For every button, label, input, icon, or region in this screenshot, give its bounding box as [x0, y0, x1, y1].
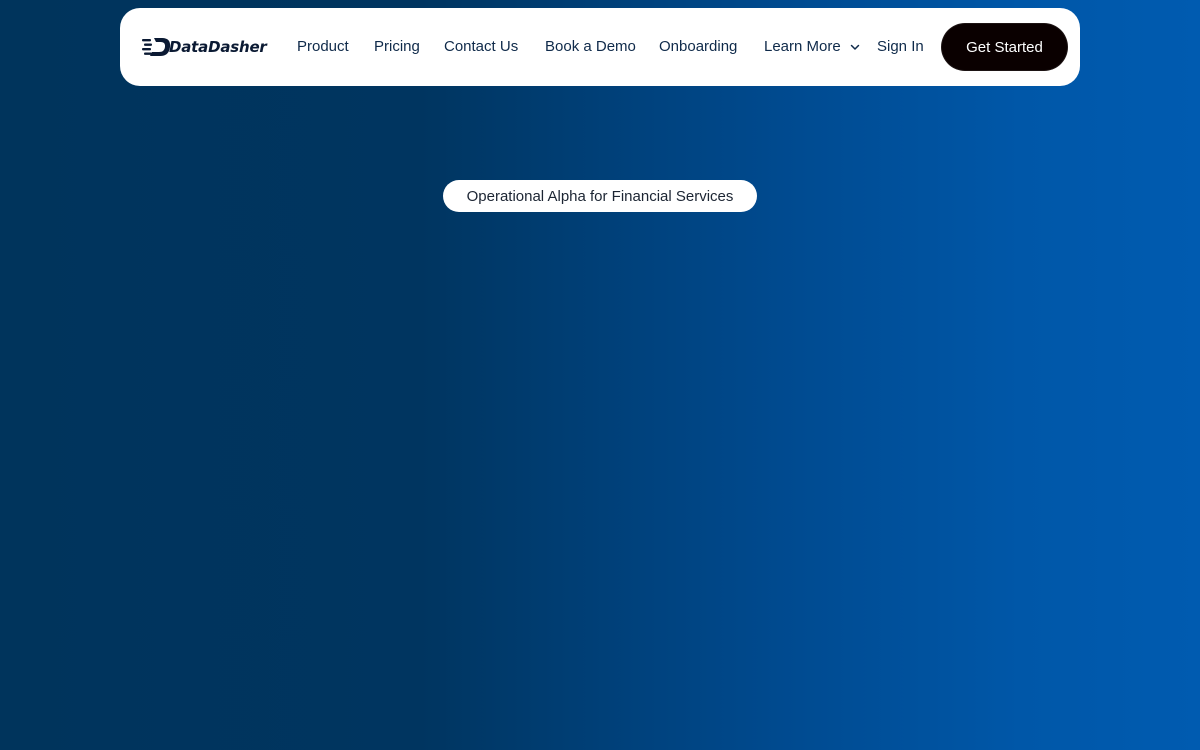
nav-product[interactable]: Product [297, 37, 349, 57]
sign-in-link[interactable]: Sign In [877, 37, 924, 57]
nav-book-a-demo[interactable]: Book a Demo [545, 37, 636, 57]
logo-link[interactable]: DataDasher [142, 36, 267, 58]
chevron-down-icon [850, 44, 859, 50]
speed-lines-d-icon [142, 38, 171, 56]
get-started-button[interactable]: Get Started [941, 23, 1068, 71]
brand-name: DataDasher [169, 38, 267, 56]
top-navbar: DataDasher Product Pricing Contact Us Bo… [120, 8, 1080, 86]
nav-learn-more-dropdown[interactable]: Learn More [764, 37, 860, 57]
nav-learn-more-label: Learn More [764, 38, 841, 55]
nav-contact-us[interactable]: Contact Us [444, 37, 518, 57]
nav-onboarding[interactable]: Onboarding [659, 37, 737, 57]
nav-pricing[interactable]: Pricing [374, 37, 420, 57]
hero-tagline-badge: Operational Alpha for Financial Services [443, 180, 757, 212]
